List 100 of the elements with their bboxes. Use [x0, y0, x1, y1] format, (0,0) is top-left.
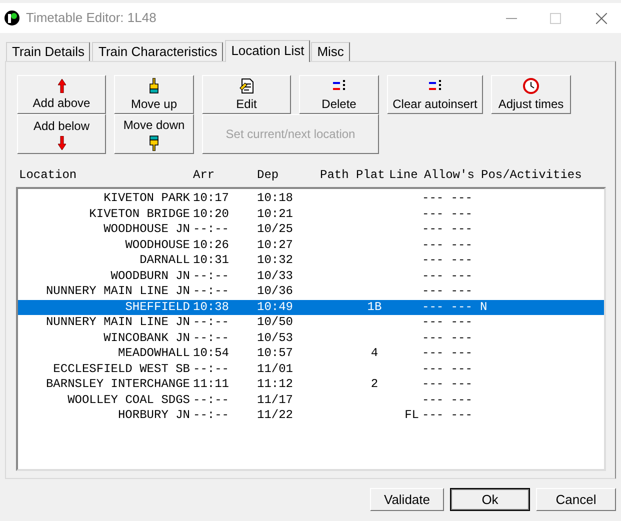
pointing-hand-icon [148, 78, 160, 94]
toolbar-button[interactable]: Add below [17, 114, 106, 154]
table-cell-text: DARNALL [138, 253, 190, 268]
table-cell-text: 10:18 [256, 191, 294, 206]
toolbar-button[interactable]: Move down [114, 114, 194, 154]
table-row[interactable]: KIVETON PARK 10:17 10:18 --- --- [18, 191, 604, 206]
table-row[interactable]: WOODBURN JN --:-- 10/33 --- --- [18, 268, 604, 284]
table-cell-text: --:-- [192, 222, 230, 238]
toolbar-button[interactable]: Clear autoinsert [387, 75, 483, 114]
table-cell-text: 4 [370, 346, 380, 362]
table-cell-text: 11/01 [256, 362, 294, 377]
table-cell-text: --:-- [192, 330, 230, 346]
toolbar-button[interactable]: Move up [114, 75, 194, 114]
table-cell-text: --- --- [421, 330, 474, 346]
table-cell-text: 10:21 [256, 206, 294, 222]
table-row[interactable]: NUNNERY MAIN LINE JN --:-- 10/50 --- --- [18, 315, 604, 330]
table-cell-text: 10/33 [256, 268, 294, 284]
table-cell-text: 11/17 [256, 392, 294, 408]
column-header: Pos/Activities [481, 169, 583, 182]
table-cell-text: SHEFFIELD [124, 300, 190, 315]
table-cell-text: --- --- [421, 408, 474, 424]
table-cell-text: NUNNERY MAIN LINE JN [44, 315, 190, 330]
table-cell-text: 10/36 [256, 284, 294, 300]
table-cell-text: MEADOWHALL [116, 346, 190, 362]
toolbar-button[interactable]: Edit [202, 75, 291, 114]
table-cell-text: 10:38 [192, 300, 230, 315]
table-row[interactable]: WINCOBANK JN --:-- 10/53 --- --- [18, 330, 604, 346]
column-header: Location [19, 169, 78, 182]
table-row[interactable]: SHEFFIELD 10:38 10:49 1B --- --- N [18, 300, 604, 315]
window-title: Timetable Editor: 1L48 [26, 9, 156, 28]
table-cell-text: --- --- [421, 377, 474, 392]
app-logo-icon [4, 10, 20, 26]
table-cell-text: --- --- [421, 392, 474, 408]
table-cell-text: --:-- [192, 315, 230, 330]
toolbar-button[interactable]: Adjust times [491, 75, 571, 114]
table-cell-text: 10:17 [192, 191, 230, 206]
dialog-button[interactable]: Validate [370, 488, 444, 511]
table-cell-text: 10:49 [256, 300, 294, 315]
dialog-button[interactable]: Cancel [536, 488, 616, 511]
table-cell-text: 2 [370, 377, 380, 392]
column-header: Arr [193, 169, 216, 182]
table-row[interactable]: WOODHOUSE JN --:-- 10/25 --- --- [18, 222, 604, 238]
table-cell-text: --- --- [421, 362, 474, 377]
table-cell-text: ECCLESFIELD WEST SB [52, 362, 190, 377]
table-cell-text: KIVETON BRIDGE [88, 206, 190, 222]
tab[interactable]: Misc [311, 42, 350, 61]
table-cell-text: FL [404, 408, 419, 424]
table-cell-text: NUNNERY MAIN LINE JN [44, 284, 190, 300]
table-cell-text: 11/22 [256, 408, 294, 424]
arrow-up-icon [58, 79, 66, 93]
table-cell-text: 10/50 [256, 315, 294, 330]
tab[interactable]: Train Characteristics [92, 42, 224, 61]
table-cell-text: --:-- [192, 268, 230, 284]
dialog-button[interactable]: Ok [450, 488, 530, 511]
table-row[interactable]: MEADOWHALL 10:54 10:57 4 --- --- [18, 346, 604, 362]
table-row[interactable]: KIVETON BRIDGE 10:20 10:21 --- --- [18, 206, 604, 222]
table-cell-text: 10:57 [256, 346, 294, 362]
table-row[interactable]: ECCLESFIELD WEST SB --:-- 11/01 --- --- [18, 362, 604, 377]
tab[interactable]: Location List [225, 40, 310, 62]
table-cell-text: WOODBURN JN [110, 268, 190, 284]
table-cell-text: --:-- [192, 362, 230, 377]
table-cell-text: HORBURY JN [116, 408, 190, 424]
table-row[interactable]: WOOLLEY COAL SDGS --:-- 11/17 --- --- [18, 392, 604, 408]
table-cell-text: --- --- [421, 253, 474, 268]
toolbar-button[interactable]: Delete [299, 75, 379, 114]
table-cell-text: --:-- [192, 392, 230, 408]
tab[interactable]: Train Details [6, 42, 90, 61]
table-cell-text: 10:31 [192, 253, 230, 268]
column-header: Line [389, 169, 419, 182]
table-cell-text: 10:20 [192, 206, 230, 222]
clock-icon [523, 78, 539, 94]
maximize-icon[interactable] [550, 12, 561, 24]
arrow-down-icon [58, 136, 66, 150]
column-header: Plat [356, 169, 386, 182]
table-cell-text: --:-- [192, 284, 230, 300]
table-cell-text: 10:26 [192, 238, 230, 253]
table-cell-text: --- --- [421, 222, 474, 238]
table-row[interactable]: HORBURY JN --:-- 11/22 FL --- --- [18, 408, 604, 424]
table-row[interactable]: WOODHOUSE 10:26 10:27 --- --- [18, 238, 604, 253]
table-cell-text: 11:11 [192, 377, 230, 392]
close-icon[interactable] [596, 12, 607, 24]
table-cell-text: --- --- [421, 238, 474, 253]
table-row[interactable]: DARNALL 10:31 10:32 --- --- [18, 253, 604, 268]
table-cell-text: 10:32 [256, 253, 294, 268]
table-cell-text: BARNSLEY INTERCHANGE [44, 377, 190, 392]
toolbar-button[interactable]: Add above [17, 75, 106, 114]
table-row[interactable]: BARNSLEY INTERCHANGE 11:11 11:12 2 --- --- [18, 377, 604, 392]
edit-document-icon [238, 78, 254, 94]
table-cell-text: --:-- [192, 408, 230, 424]
table-cell-text: 1B [366, 300, 383, 315]
table-cell-text: 10/25 [256, 222, 294, 238]
table-cell-text: 10:54 [192, 346, 230, 362]
table-row[interactable]: NUNNERY MAIN LINE JN --:-- 10/36 --- --- [18, 284, 604, 300]
column-header: Dep [257, 169, 280, 182]
table-cell-text: --- --- [421, 284, 474, 300]
table-cell-text: --- --- [421, 315, 474, 330]
column-header: Path [320, 169, 350, 182]
table-cell-text: 10:27 [256, 238, 294, 253]
table-cell-text: --- --- [421, 191, 474, 206]
table-cell-text: --- --- [421, 300, 474, 315]
